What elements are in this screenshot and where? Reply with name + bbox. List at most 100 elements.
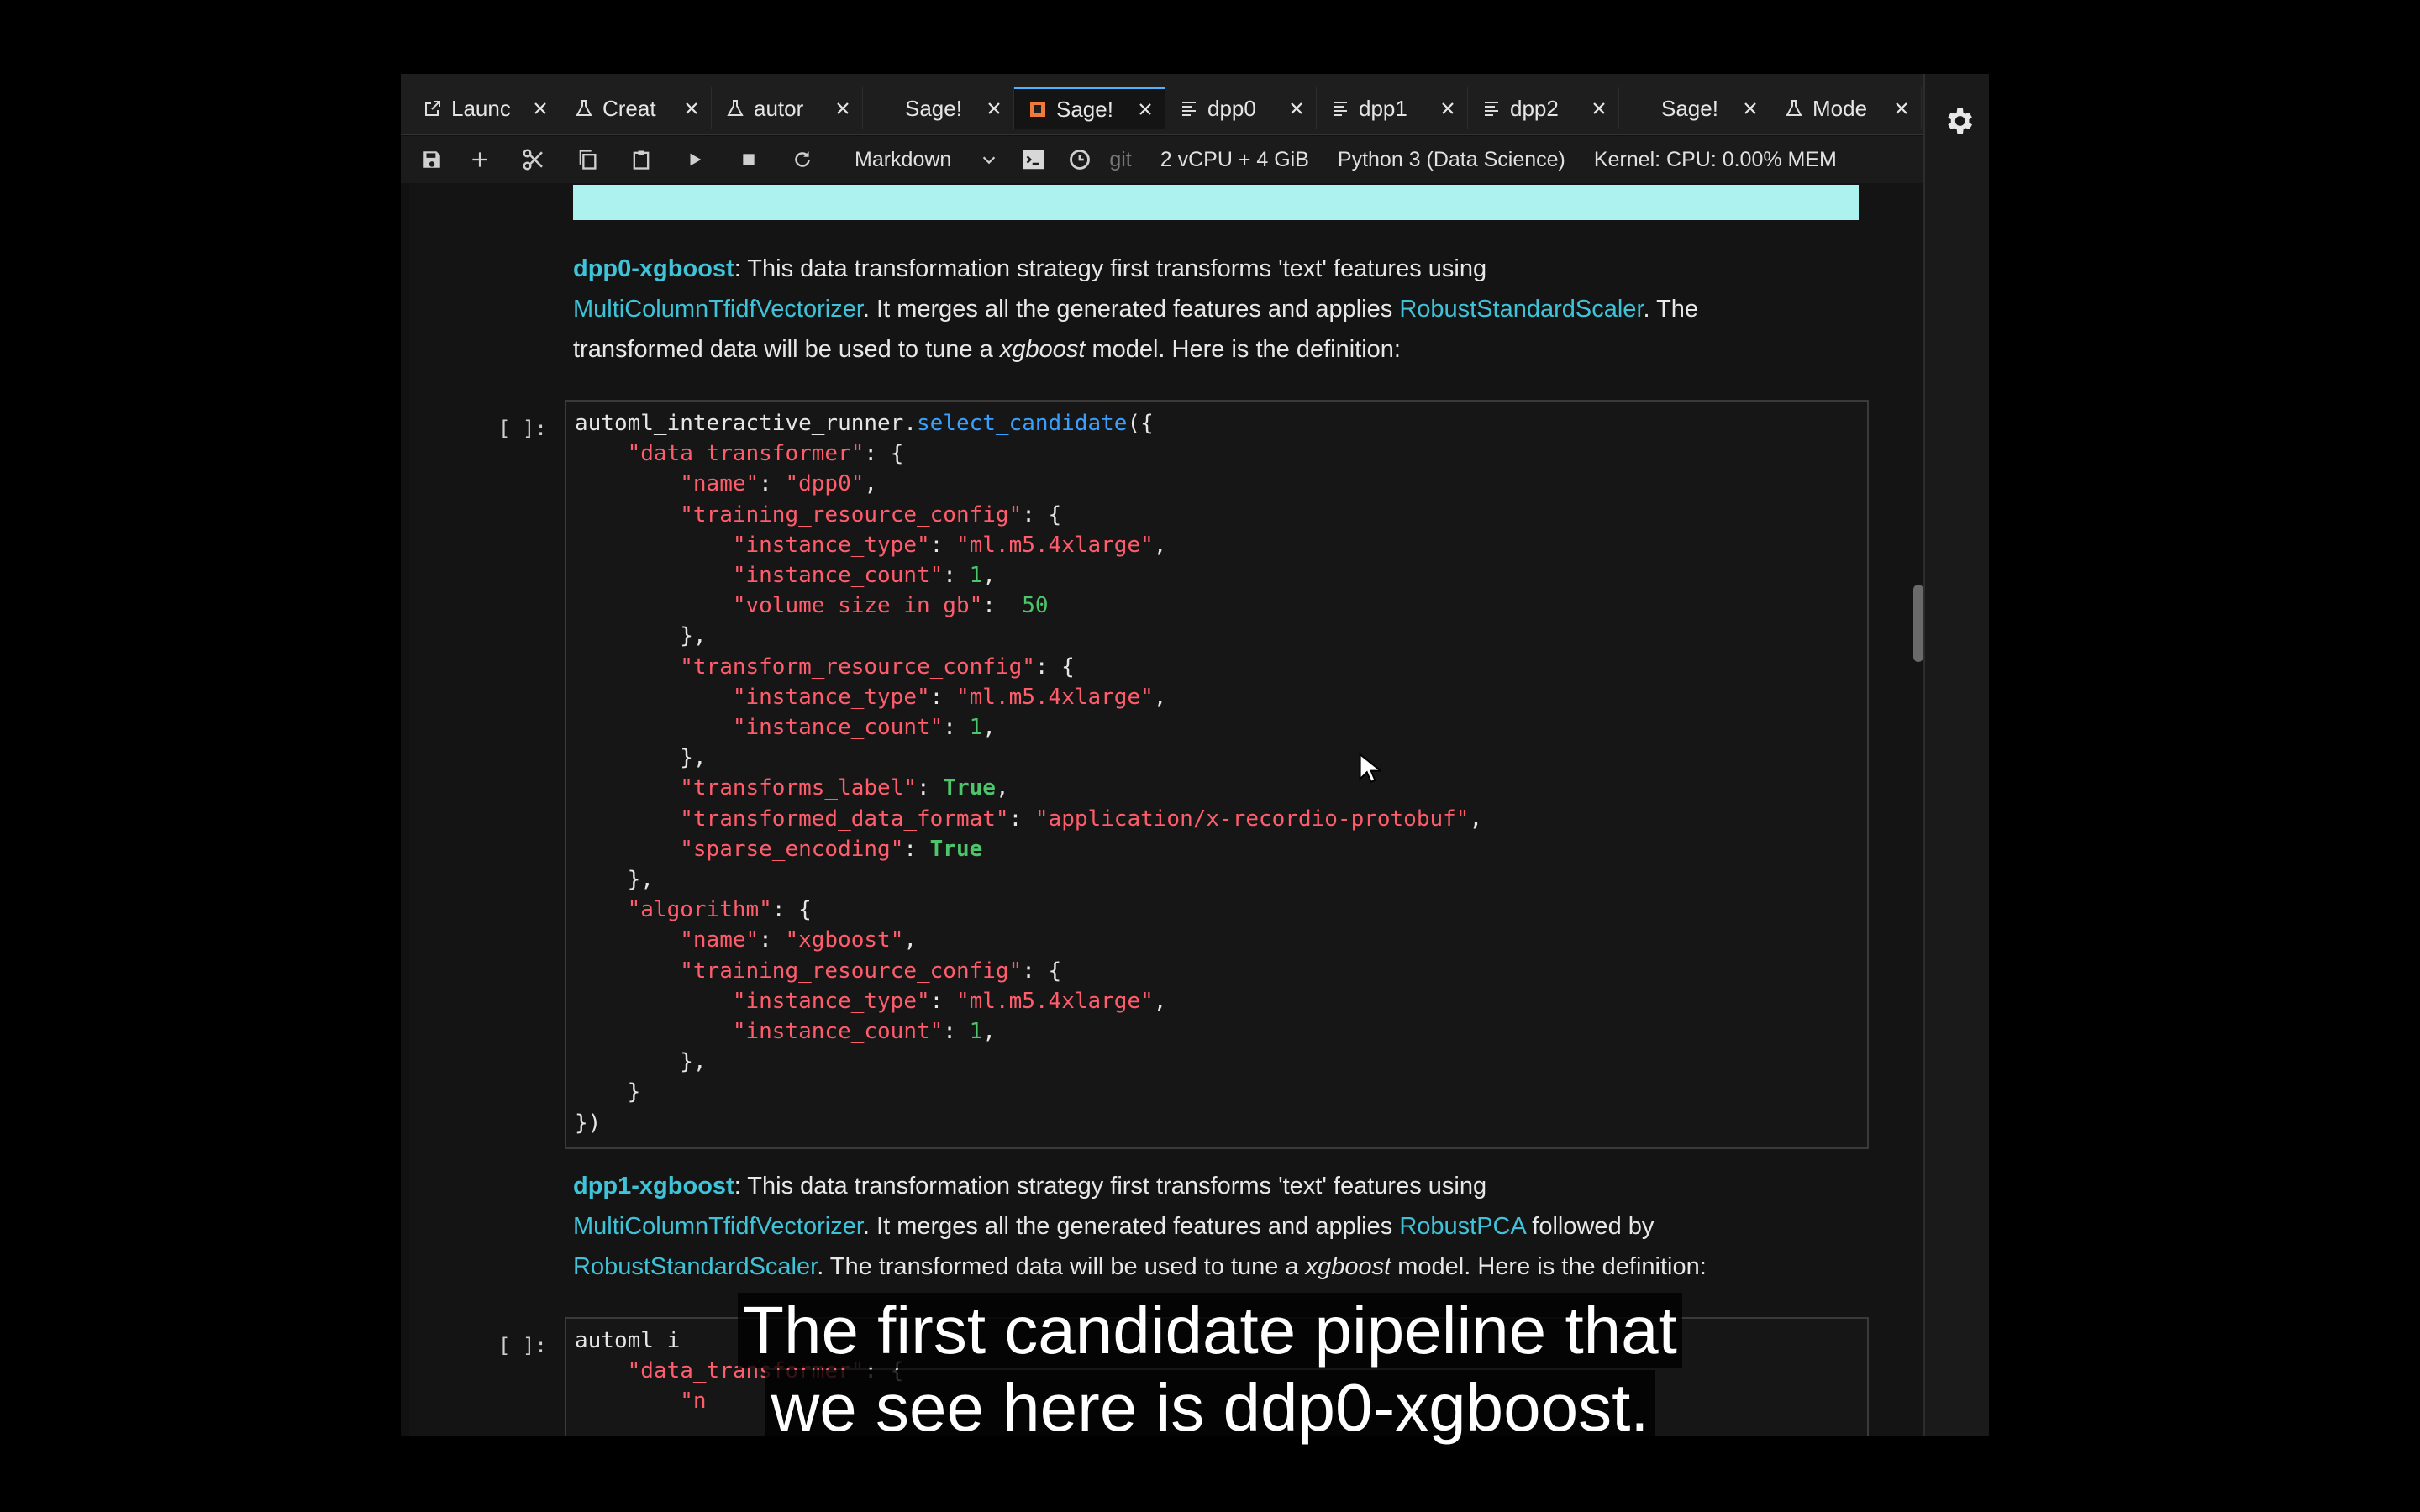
- scrollbar-thumb[interactable]: [1913, 585, 1923, 662]
- instance-type[interactable]: 2 vCPU + 4 GiB: [1160, 148, 1309, 172]
- code-line: "instance_count": 1,: [575, 1016, 1867, 1047]
- text-file-icon: [1480, 97, 1503, 120]
- code-line: "transforms_label": True,: [575, 773, 1867, 803]
- markdown-cell-dpp1[interactable]: dpp1-xgboost: This data transformation s…: [573, 1166, 1783, 1287]
- code-line: "volume_size_in_gb": 50: [575, 591, 1867, 621]
- code-token: "instance_type": [732, 988, 930, 1014]
- code-line: "instance_type": "ml.m5.4xlarge",: [575, 530, 1867, 560]
- notebook-panel: dpp0-xgboost: This data transformation s…: [409, 183, 1923, 1436]
- transformer-link[interactable]: MultiColumnTfidfVectorizer: [573, 296, 863, 323]
- terminal-icon[interactable]: [1017, 136, 1050, 183]
- code-token: "instance_type": [732, 532, 930, 558]
- flask-icon: [723, 97, 747, 120]
- transformer-link[interactable]: MultiColumnTfidfVectorizer: [573, 1213, 863, 1240]
- gear-icon[interactable]: [1942, 104, 1975, 138]
- tab-8[interactable]: Sage!: [1619, 87, 1770, 129]
- tab-label: autor: [754, 95, 804, 121]
- none: [1631, 97, 1655, 120]
- tab-6[interactable]: dpp1: [1317, 87, 1468, 129]
- mouse-cursor-icon: [1359, 753, 1381, 783]
- code-editor[interactable]: automl_interactive_runner.select_candida…: [566, 402, 1867, 1138]
- code-token: ,: [982, 715, 996, 741]
- copy-icon[interactable]: [560, 136, 614, 183]
- code-token: ({: [1127, 411, 1154, 436]
- code-token: 1: [969, 715, 983, 741]
- code-line: },: [575, 864, 1867, 895]
- tab-2[interactable]: autor: [712, 87, 863, 129]
- close-icon[interactable]: [1134, 97, 1157, 121]
- code-token: ,: [1469, 806, 1483, 832]
- code-token: 1: [969, 1019, 983, 1045]
- right-sidebar: [1923, 74, 1989, 1436]
- tab-label: Launc: [451, 95, 511, 121]
- close-icon[interactable]: [1285, 97, 1308, 120]
- pca-link[interactable]: RobustPCA: [1399, 1213, 1525, 1240]
- code-token: ,: [982, 1019, 996, 1045]
- run-icon[interactable]: [668, 136, 722, 183]
- cell-type-select[interactable]: Markdown: [855, 148, 998, 172]
- code-line: "instance_count": 1,: [575, 712, 1867, 743]
- code-token: :: [1008, 806, 1035, 832]
- save-icon[interactable]: [411, 136, 453, 183]
- git-label[interactable]: git: [1109, 148, 1131, 172]
- tab-4[interactable]: Sage!: [1014, 87, 1165, 129]
- code-line: "transformed_data_format": "application/…: [575, 804, 1867, 834]
- md-text: . It merges all the generated features a…: [862, 296, 1400, 323]
- restart-icon[interactable]: [776, 136, 829, 183]
- code-line: "name": "xgboost",: [575, 925, 1867, 955]
- tab-5[interactable]: dpp0: [1165, 87, 1317, 129]
- subtitle-line-2: we see here is ddp0-xgboost.: [765, 1370, 1655, 1445]
- code-token: ,: [982, 563, 996, 589]
- tab-0[interactable]: Launc: [409, 87, 560, 129]
- code-token: "transforms_label": [680, 775, 917, 801]
- paste-icon[interactable]: [614, 136, 668, 183]
- close-icon[interactable]: [1587, 97, 1611, 120]
- tab-7[interactable]: dpp2: [1468, 87, 1619, 129]
- close-icon[interactable]: [529, 97, 552, 120]
- close-icon[interactable]: [680, 97, 703, 120]
- tab-1[interactable]: Creat: [560, 87, 712, 129]
- subtitle-line-1: The first candidate pipeline that: [738, 1293, 1682, 1368]
- code-token: automl_interactive_runner.: [575, 411, 917, 436]
- close-icon[interactable]: [982, 97, 1006, 120]
- kernel-name[interactable]: Python 3 (Data Science): [1338, 148, 1565, 172]
- clock-icon[interactable]: [1050, 136, 1109, 183]
- code-line: automl_interactive_runner.select_candida…: [575, 408, 1867, 438]
- stop-icon[interactable]: [722, 136, 776, 183]
- code-token: ,: [864, 471, 878, 497]
- code-token: "instance_count": [732, 1019, 944, 1045]
- code-token: "dpp0": [785, 471, 865, 497]
- code-line: "sparse_encoding": True: [575, 834, 1867, 864]
- code-cell-dpp0[interactable]: automl_interactive_runner.select_candida…: [565, 400, 1869, 1149]
- close-icon[interactable]: [1739, 97, 1762, 120]
- close-icon[interactable]: [1436, 97, 1460, 120]
- code-line: }): [575, 1108, 1867, 1138]
- kernel-status: Kernel: CPU: 0.00% MEM: [1593, 147, 1837, 171]
- cut-icon[interactable]: [507, 136, 560, 183]
- tab-9[interactable]: Mode: [1770, 87, 1922, 129]
- markdown-cell-dpp0[interactable]: dpp0-xgboost: This data transformation s…: [573, 249, 1783, 370]
- code-line: "training_resource_config": {: [575, 500, 1867, 530]
- tab-3[interactable]: Sage!: [863, 87, 1014, 129]
- code-token: "xgboost": [785, 927, 904, 953]
- sagemaker-studio-window: Launc Creat autor Sage! Sage! dpp0 dpp1 dpp2 Sag…: [401, 74, 1989, 1436]
- close-icon[interactable]: [1890, 97, 1913, 120]
- tab-label: dpp0: [1207, 95, 1256, 121]
- add-cell-icon[interactable]: [453, 136, 507, 183]
- code-line: "instance_type": "ml.m5.4xlarge",: [575, 682, 1867, 712]
- scaler-link[interactable]: RobustStandardScaler: [1399, 296, 1643, 323]
- close-icon[interactable]: [831, 97, 855, 120]
- code-token: :: [982, 593, 1023, 619]
- scaler-link[interactable]: RobustStandardScaler: [573, 1253, 817, 1280]
